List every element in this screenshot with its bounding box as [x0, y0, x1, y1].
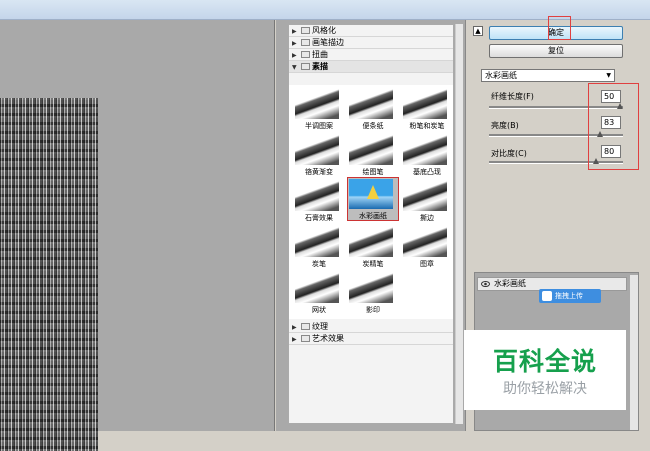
layers-scrollbar[interactable] [630, 275, 638, 430]
filter-thumb-image [295, 273, 339, 303]
filter-thumb[interactable]: 影印 [347, 271, 399, 315]
filter-thumb-selected[interactable]: 水彩画纸 [347, 177, 399, 221]
filter-thumb-image [349, 179, 393, 209]
param-label: 亮度(B) [491, 121, 519, 130]
filter-thumb-label: 炭精笔 [362, 260, 384, 268]
filter-thumb-label: 绘图笔 [362, 168, 384, 176]
tree-item-sketch[interactable]: ▼ 素描 [289, 61, 453, 73]
watermark-title: 百科全说 [492, 347, 597, 376]
filter-thumb-label: 铬黄渐变 [305, 168, 333, 176]
filter-thumb[interactable]: 绘图笔 [347, 133, 399, 177]
folder-icon [301, 51, 310, 58]
drag-upload-button[interactable]: 拖拽上传 [539, 289, 601, 303]
folder-icon [301, 39, 310, 46]
filter-thumb[interactable]: 铬黄渐变 [293, 133, 345, 177]
tree-item-distort[interactable]: ▶ 扭曲 [289, 49, 453, 61]
eye-icon[interactable] [481, 280, 490, 288]
tree-item-label: 艺术效果 [312, 334, 344, 343]
filter-thumb-image [349, 227, 393, 257]
tree-item-label: 风格化 [312, 26, 336, 35]
watermark-logo: 百科全说 助你轻松解决 [464, 330, 626, 410]
sketch-filter-thumbnails: 半调图案 便条纸 粉笔和炭笔 铬黄渐变 绘图笔 基底凸现 石膏效果 水彩画纸 撕… [289, 85, 453, 319]
highlight-box [548, 16, 571, 40]
filter-thumb-image [295, 135, 339, 165]
filter-thumb-image [403, 227, 447, 257]
effect-layer-name: 水彩画纸 [494, 279, 526, 288]
filter-thumb-label: 炭笔 [312, 260, 326, 268]
filter-thumb-image [349, 135, 393, 165]
filter-thumb[interactable]: 炭笔 [293, 225, 345, 269]
tree-item-stylize[interactable]: ▶ 风格化 [289, 25, 453, 37]
filter-thumb-image [295, 89, 339, 119]
filter-thumb[interactable]: 粉笔和炭笔 [401, 87, 453, 131]
filter-thumb[interactable]: 半调图案 [293, 87, 345, 131]
filter-thumb[interactable]: 便条纸 [347, 87, 399, 131]
filter-thumb[interactable]: 基底凸现 [401, 133, 453, 177]
filter-thumb-label: 影印 [366, 306, 380, 314]
highlight-box [588, 83, 639, 170]
reset-button[interactable]: 复位 [489, 44, 623, 58]
filter-settings-panel: ▲ 确定 复位 水彩画纸 ▼ 纤维长度(F) 50 亮度(B) 83 对比度(C… [467, 16, 650, 270]
tree-item-texture[interactable]: ▶ 纹理 [289, 321, 453, 333]
filter-thumb[interactable]: 网状 [293, 271, 345, 315]
filter-thumb-label: 半调图案 [305, 122, 333, 130]
filter-thumb-image [403, 135, 447, 165]
upload-label: 拖拽上传 [555, 292, 583, 300]
filter-select[interactable]: 水彩画纸 ▼ [481, 69, 615, 82]
filter-gallery-panel: ▶ 风格化 ▶ 画笔描边 ▶ 扭曲 ▼ 素描 半调图案 便条纸 粉笔和炭笔 铬黄渐变 绘… [276, 20, 466, 431]
filter-tree-scrollbar[interactable] [455, 24, 463, 424]
upload-icon [542, 291, 552, 301]
filter-tree: ▶ 风格化 ▶ 画笔描边 ▶ 扭曲 ▼ 素描 半调图案 便条纸 粉笔和炭笔 铬黄渐变 绘… [288, 24, 454, 424]
preview-panel[interactable] [0, 20, 275, 451]
filter-thumb[interactable]: 炭精笔 [347, 225, 399, 269]
filter-thumb-label: 网状 [312, 306, 326, 314]
watermark-subtitle: 助你轻松解决 [503, 381, 587, 397]
folder-icon [301, 27, 310, 34]
filter-thumb-label: 粉笔和炭笔 [409, 122, 445, 130]
collapse-arrow-icon[interactable]: ▼ [292, 62, 301, 74]
folder-icon [301, 323, 310, 330]
filter-thumb-image [349, 89, 393, 119]
folder-open-icon [301, 63, 310, 70]
param-label: 纤维长度(F) [491, 92, 534, 101]
filter-thumb-image [349, 273, 393, 303]
tree-item-label: 纹理 [312, 322, 328, 331]
tree-item-label: 扭曲 [312, 50, 328, 59]
filter-thumb-label: 石膏效果 [305, 214, 333, 222]
filter-thumb[interactable]: 图章 [401, 225, 453, 269]
expand-arrow-icon[interactable]: ▶ [292, 334, 301, 346]
param-label: 对比度(C) [491, 149, 527, 158]
filter-thumb-label: 撕边 [420, 214, 434, 222]
filter-select-value: 水彩画纸 [485, 71, 517, 80]
filter-thumb[interactable]: 撕边 [401, 179, 453, 223]
filter-thumb-label: 便条纸 [362, 122, 384, 130]
filter-thumb-label: 图章 [420, 260, 434, 268]
collapse-gallery-icon[interactable]: ▲ [473, 26, 483, 36]
filter-thumb-label: 水彩画纸 [359, 212, 387, 220]
filter-thumb-image [403, 181, 447, 211]
filter-thumb[interactable]: 石膏效果 [293, 179, 345, 223]
filter-thumb-image [295, 181, 339, 211]
filter-thumb-image [403, 89, 447, 119]
tree-item-brush-strokes[interactable]: ▶ 画笔描边 [289, 37, 453, 49]
tree-item-label: 画笔描边 [312, 38, 344, 47]
filter-thumb-image [295, 227, 339, 257]
tree-item-label: 素描 [312, 62, 328, 71]
preview-image [0, 98, 98, 451]
tree-item-artistic[interactable]: ▶ 艺术效果 [289, 333, 453, 345]
filter-thumb-label: 基底凸现 [413, 168, 441, 176]
folder-icon [301, 335, 310, 342]
chevron-down-icon[interactable]: ▼ [606, 70, 611, 81]
